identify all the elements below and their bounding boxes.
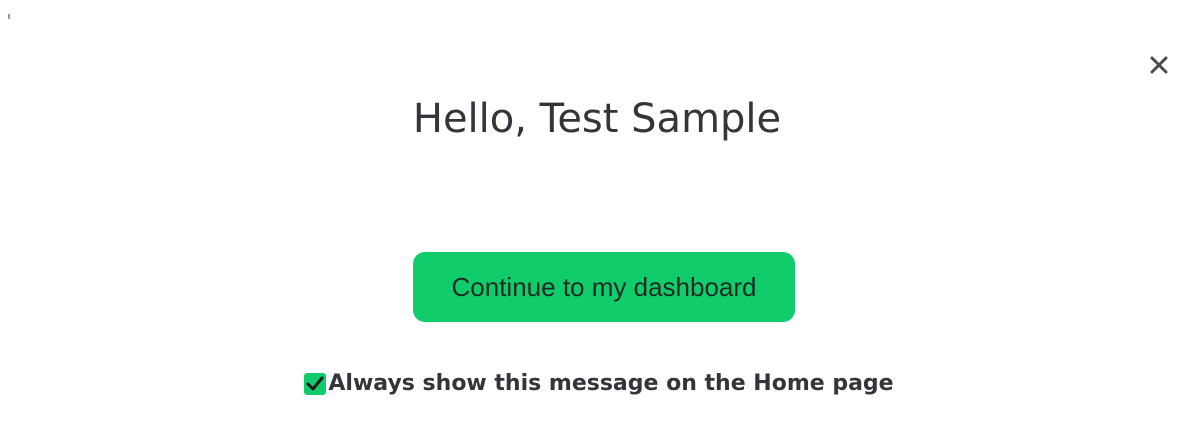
close-button[interactable] — [1146, 52, 1172, 78]
close-icon — [1150, 56, 1168, 74]
welcome-dialog: Hello, Test Sample Continue to my dashbo… — [0, 0, 1194, 430]
dialog-title: Hello, Test Sample — [412, 96, 782, 142]
always-show-row: Always show this message on the Home pag… — [0, 366, 1194, 402]
always-show-checkbox[interactable] — [304, 373, 327, 395]
checkmark-icon — [306, 376, 324, 391]
continue-to-dashboard-button[interactable]: Continue to my dashboard — [413, 252, 795, 322]
always-show-label[interactable]: Always show this message on the Home pag… — [328, 366, 893, 402]
corner-mark — [8, 14, 10, 19]
